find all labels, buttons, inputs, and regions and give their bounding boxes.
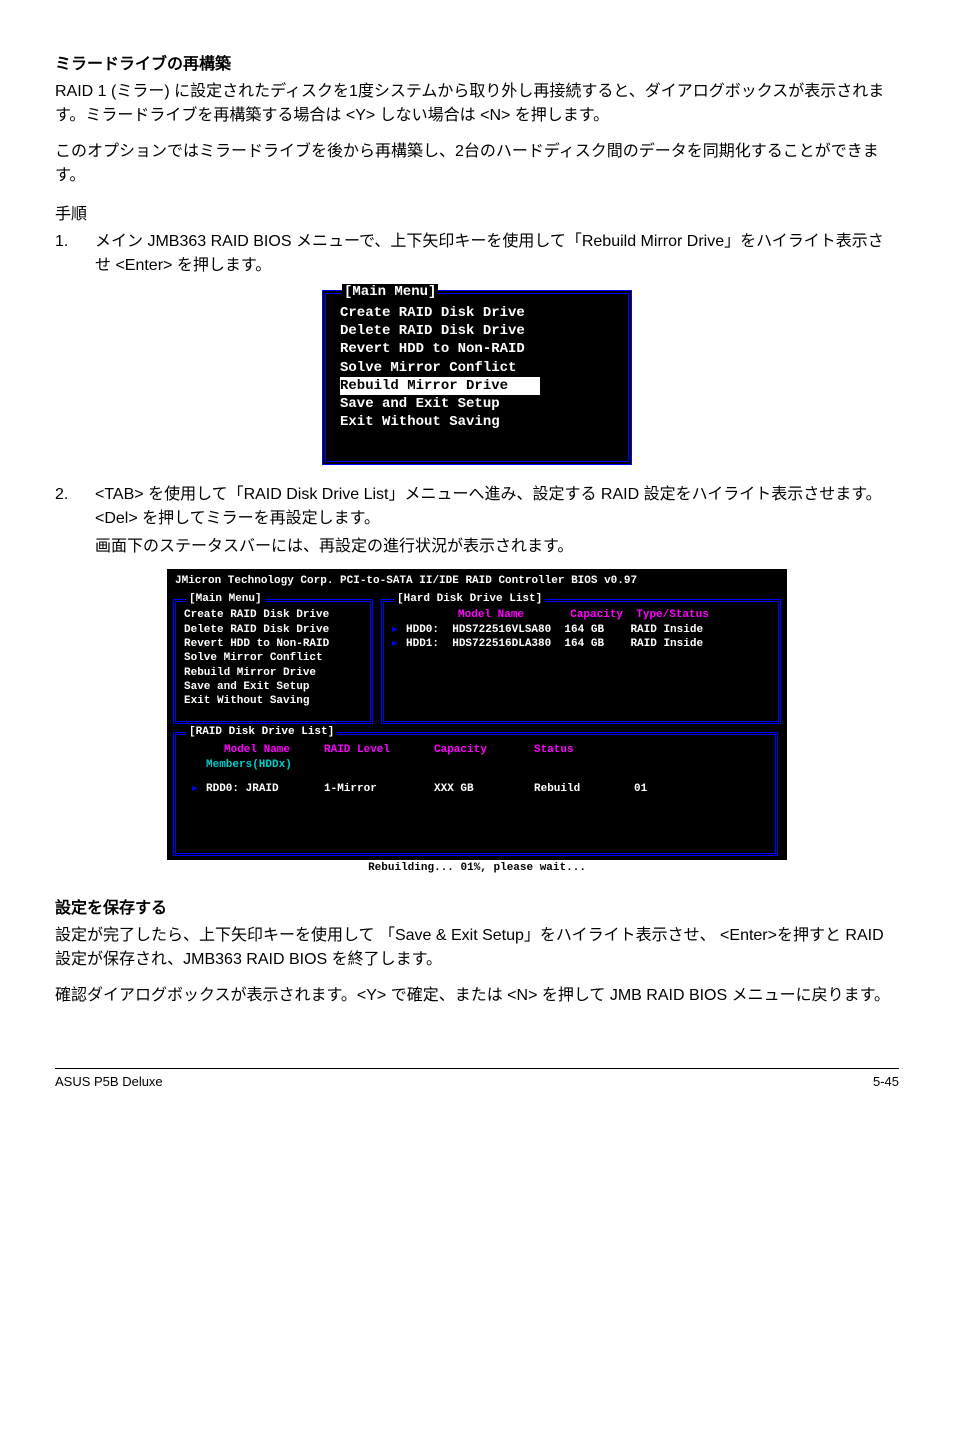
bios-menu-title: [Main Menu] (342, 284, 438, 300)
step-number-1: 1. (55, 230, 95, 254)
page-footer: ASUS P5B Deluxe 5-45 (55, 1068, 899, 1089)
bios-box-raid-title: [RAID Disk Drive List] (186, 726, 337, 738)
bios-box-main-title: [Main Menu] (186, 593, 265, 605)
step-content-1: メイン JMB363 RAID BIOS メニューで、上下矢印キーを使用して「R… (95, 230, 899, 278)
para-rebuild-1: RAID 1 (ミラー) に設定されたディスクを1度システムから取り外し再接続す… (55, 80, 899, 128)
section-heading-save: 設定を保存する (55, 894, 899, 918)
bios-screen: JMicron Technology Corp. PCI-to-SATA II/… (167, 569, 787, 876)
step-content-2b: 画面下のステータスバーには、再設定の進行状況が表示されます。 (95, 535, 899, 559)
bios-main-menu: [Main Menu] Create RAID Disk DriveDelete… (322, 290, 632, 465)
footer-right: 5-45 (873, 1074, 899, 1089)
bios-menu-item: Create RAID Disk Drive (340, 304, 614, 322)
bios-status-bar: Rebuilding... 01%, please wait... (167, 860, 787, 876)
bios-box-hdd-list: [Hard Disk Drive List] Model Name Capaci… (381, 599, 781, 724)
bios-menu-item: Rebuild Mirror Drive (340, 377, 540, 395)
para-rebuild-2: このオプションではミラードライブを後から再構築し、2台のハードディスク間のデータ… (55, 140, 899, 188)
bios-menu-item: Save and Exit Setup (340, 395, 614, 413)
bios-box-raid-list: [RAID Disk Drive List] Model NameRAID Le… (173, 732, 778, 856)
steps-list: 1. メイン JMB363 RAID BIOS メニューで、上下矢印キーを使用し… (55, 230, 899, 278)
step-content-2a: <TAB> を使用して「RAID Disk Drive List」メニューへ進み… (95, 483, 899, 531)
bios-menu-item: Solve Mirror Conflict (340, 359, 614, 377)
para-save-2: 確認ダイアログボックスが表示されます。<Y> で確定、または <N> を押して … (55, 984, 899, 1008)
bios-menu-item: Revert HDD to Non-RAID (340, 340, 614, 358)
step-number-2: 2. (55, 483, 95, 507)
para-save-1: 設定が完了したら、上下矢印キーを使用して 「Save & Exit Setup」… (55, 924, 899, 972)
bios-box-main-menu: [Main Menu] Create RAID Disk Drive Delet… (173, 599, 373, 724)
section-heading-rebuild: ミラードライブの再構築 (55, 50, 899, 74)
steps-list-2: 2. <TAB> を使用して「RAID Disk Drive List」メニュー… (55, 483, 899, 559)
bios-menu-item: Exit Without Saving (340, 413, 614, 431)
footer-left: ASUS P5B Deluxe (55, 1074, 163, 1089)
bios-menu-item: Delete RAID Disk Drive (340, 322, 614, 340)
steps-heading: 手順 (55, 200, 899, 224)
bios-box-hdd-title: [Hard Disk Drive List] (394, 593, 545, 605)
bios-screen-header: JMicron Technology Corp. PCI-to-SATA II/… (167, 575, 787, 591)
